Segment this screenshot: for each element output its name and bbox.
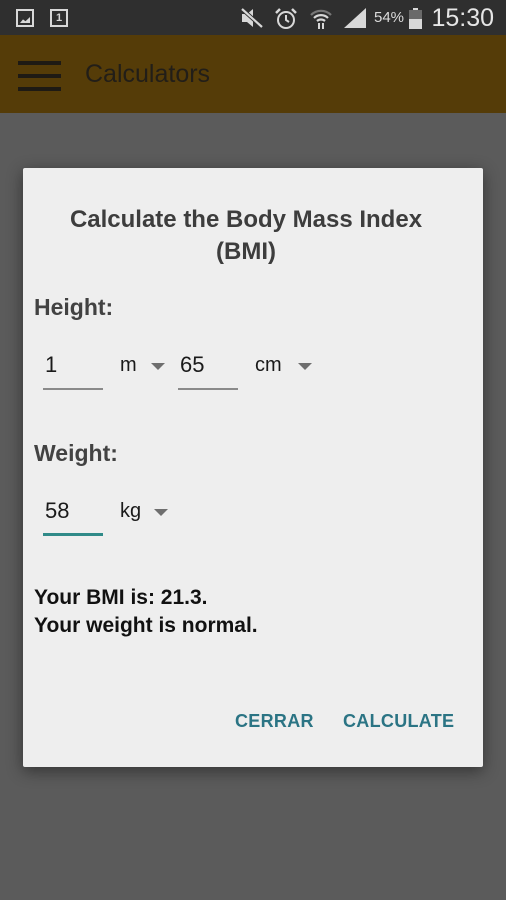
height-centimeters-input[interactable]: 65	[178, 350, 238, 390]
weight-value: 58	[45, 498, 70, 523]
height-unit2-dropdown[interactable]: cm	[255, 351, 315, 381]
wifi-icon	[310, 9, 332, 29]
signal-icon	[344, 8, 366, 28]
dropdown-arrow-icon	[151, 363, 165, 370]
bmi-dialog: Calculate the Body Mass Index (BMI) Heig…	[23, 168, 483, 767]
bmi-value-text: Your BMI is: 21.3.	[34, 586, 208, 609]
weight-unit-label: kg	[120, 500, 142, 522]
bmi-category-text: Your weight is normal.	[34, 614, 258, 637]
dialog-title-line1: Calculate the Body Mass Index	[69, 206, 423, 233]
dialog-title-line2: (BMI)	[216, 238, 276, 265]
height-meters-input[interactable]: 1	[43, 350, 103, 390]
app-title: Calculators	[85, 60, 211, 88]
dropdown-arrow-icon	[154, 509, 168, 516]
height-centimeters-value: 65	[180, 352, 205, 377]
gallery-icon	[16, 9, 34, 27]
close-button[interactable]: CERRAR	[235, 711, 314, 732]
alarm-icon	[275, 8, 297, 29]
clock: 15:30	[431, 4, 494, 32]
battery-percent: 54%	[374, 9, 405, 26]
hamburger-menu-icon[interactable]	[18, 61, 61, 91]
weight-label: Weight:	[34, 440, 118, 466]
status-bar: 1 54% 15:30	[0, 0, 506, 35]
calculate-button[interactable]: CALCULATE	[343, 711, 454, 732]
height-unit1-label: m	[120, 354, 137, 376]
dropdown-arrow-icon	[298, 363, 312, 370]
calendar-icon: 1	[50, 9, 68, 27]
bmi-result: Your BMI is: 21.3. Your weight is normal…	[34, 584, 258, 640]
mute-icon	[240, 7, 264, 29]
height-meters-value: 1	[45, 352, 58, 377]
height-unit1-dropdown[interactable]: m	[120, 351, 170, 381]
height-unit2-label: cm	[255, 354, 282, 376]
weight-unit-dropdown[interactable]: kg	[120, 497, 175, 527]
dialog-title: Calculate the Body Mass Index (BMI)	[23, 204, 469, 268]
weight-input[interactable]: 58	[43, 496, 103, 536]
app-bar: Calculators	[0, 35, 506, 113]
battery-icon	[409, 8, 422, 29]
height-label: Height:	[34, 294, 114, 320]
